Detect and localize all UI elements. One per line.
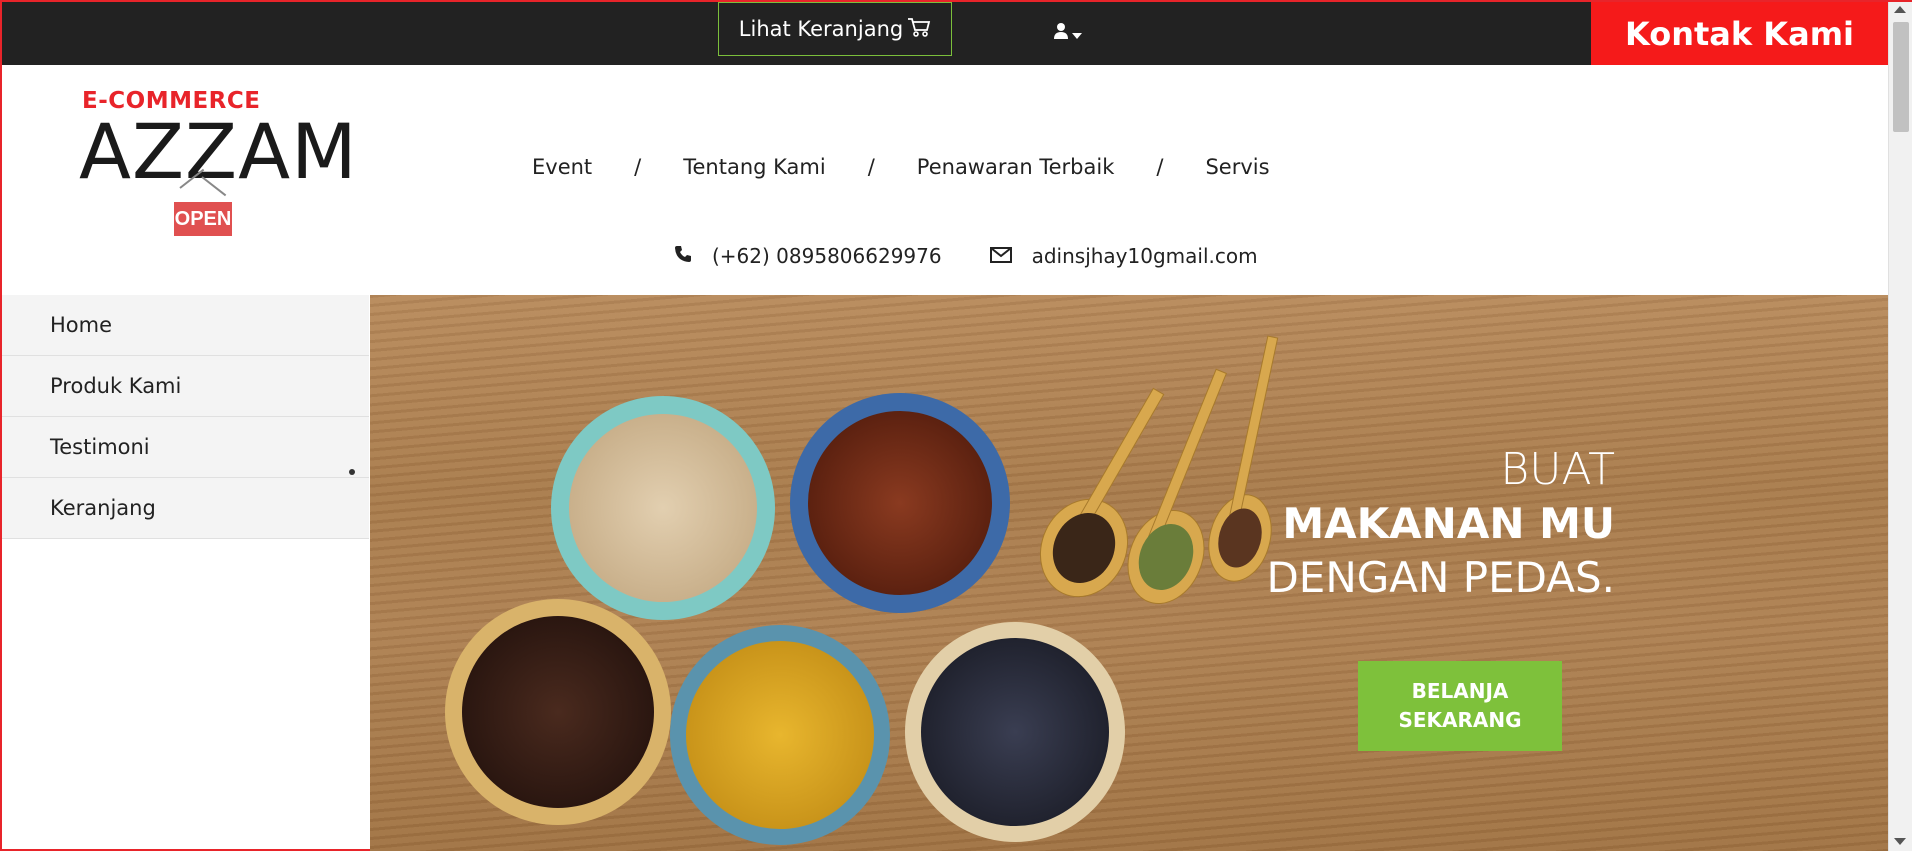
sidebar-indicator-dot [349, 469, 355, 475]
main-nav: Event / Tentang Kami / Penawaran Terbaik… [532, 152, 1270, 182]
hero-line-3: DENGAN PEDAS. [1266, 553, 1615, 602]
contact-info: (+62) 0895806629976 adinsjhay10gmail.com [674, 244, 1258, 268]
site-logo[interactable]: E-COMMERCE AZZAM OPEN [79, 88, 382, 248]
nav-item-penawaran-terbaik[interactable]: Penawaran Terbaik [917, 155, 1115, 179]
nav-separator: / [1156, 155, 1164, 179]
sidebar-item-label: Testimoni [50, 435, 150, 459]
scroll-up-arrow-icon[interactable] [1894, 6, 1906, 13]
nav-item-servis[interactable]: Servis [1205, 155, 1269, 179]
logo-name: AZZAM [79, 107, 358, 196]
hero-headline: BUAT MAKANAN MU DENGAN PEDAS. [1266, 443, 1615, 605]
user-icon [1053, 22, 1069, 44]
view-cart-button[interactable]: Lihat Keranjang [718, 2, 952, 56]
phone-icon [674, 244, 692, 268]
contact-us-label: Kontak Kami [1624, 14, 1854, 53]
nav-separator: / [867, 155, 875, 179]
top-bar: Lihat Keranjang Kontak Kami [2, 2, 1888, 65]
sidebar-item-keranjang[interactable]: Keranjang [2, 478, 369, 539]
hero-line-2: MAKANAN MU [1282, 499, 1615, 548]
contact-us-button[interactable]: Kontak Kami [1591, 2, 1888, 65]
shop-now-label-1: BELANJA [1411, 679, 1509, 703]
envelope-icon [989, 244, 1012, 268]
user-menu-button[interactable] [1047, 18, 1087, 48]
phone-number: (+62) 0895806629976 [712, 244, 942, 268]
sidebar-item-label: Keranjang [50, 496, 156, 520]
nav-item-tentang-kami[interactable]: Tentang Kami [683, 155, 825, 179]
hero-line-1: BUAT [1500, 444, 1615, 495]
open-sign-text: OPEN [174, 207, 232, 230]
sidebar-item-label: Home [50, 313, 113, 337]
page-scrollbar[interactable] [1888, 2, 1912, 851]
sidebar-item-testimoni[interactable]: Testimoni [2, 417, 369, 478]
sidebar-menu: Home Produk Kami Testimoni Keranjang [2, 295, 369, 539]
scroll-thumb[interactable] [1893, 22, 1909, 132]
scroll-down-arrow-icon[interactable] [1894, 838, 1906, 845]
sidebar-item-produk-kami[interactable]: Produk Kami [2, 356, 369, 417]
sidebar-item-home[interactable]: Home [2, 295, 369, 356]
nav-separator: / [634, 155, 642, 179]
caret-down-icon [1071, 24, 1082, 43]
open-sign: OPEN [174, 202, 232, 236]
email-address[interactable]: adinsjhay10gmail.com [1032, 244, 1258, 268]
shop-now-label-2: SEKARANG [1398, 708, 1522, 732]
shopping-cart-icon [907, 16, 931, 43]
nav-item-event[interactable]: Event [532, 155, 592, 179]
hero-banner: BUAT MAKANAN MU DENGAN PEDAS. BELANJA SE… [370, 295, 1888, 851]
shop-now-button[interactable]: BELANJA SEKARANG [1358, 661, 1562, 751]
spice-bowls-image [445, 335, 1279, 845]
view-cart-label: Lihat Keranjang [738, 17, 904, 41]
sidebar-item-label: Produk Kami [50, 374, 182, 398]
